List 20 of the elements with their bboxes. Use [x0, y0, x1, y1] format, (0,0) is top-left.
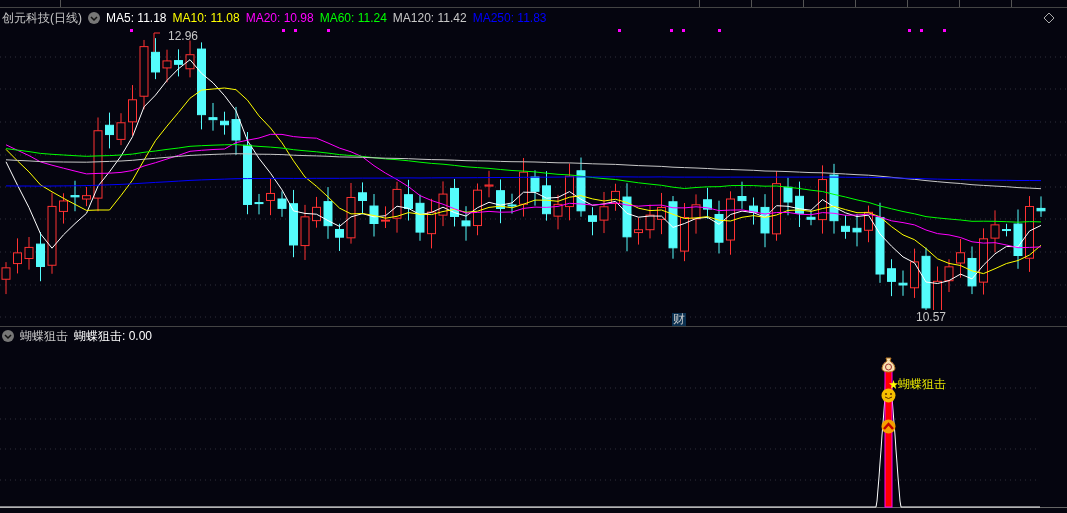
- money-bag-icon: [881, 357, 896, 373]
- indicator-value: 蝴蝶狙击: 0.00: [74, 328, 153, 345]
- indicator-title: 蝴蝶狙击: [20, 328, 68, 345]
- star-icon: [889, 380, 898, 389]
- moving-average-value: MA5: 11.18: [106, 9, 167, 27]
- moving-average-value: MA10: 11.08: [172, 9, 240, 27]
- finance-badge[interactable]: 财: [672, 313, 686, 326]
- low-price-label: 10.57: [916, 310, 947, 324]
- smiley-icon: [881, 388, 896, 403]
- high-price-label: 12.96: [168, 29, 199, 43]
- moving-average-value: MA60: 11.24: [319, 9, 387, 27]
- chevron-down-icon[interactable]: [2, 330, 14, 342]
- chevron-down-icon[interactable]: [88, 11, 100, 24]
- diamond-icon[interactable]: [1043, 11, 1055, 24]
- moving-average-value: MA120: 11.42: [392, 9, 467, 27]
- moving-average-value: MA250: 11.83: [472, 9, 547, 27]
- signal-label: 蝴蝶狙击: [898, 376, 946, 392]
- moving-average-value: MA20: 10.98: [245, 9, 314, 27]
- up-chevron-icon: [881, 419, 896, 434]
- stock-title: 创元科技(日线): [2, 9, 82, 27]
